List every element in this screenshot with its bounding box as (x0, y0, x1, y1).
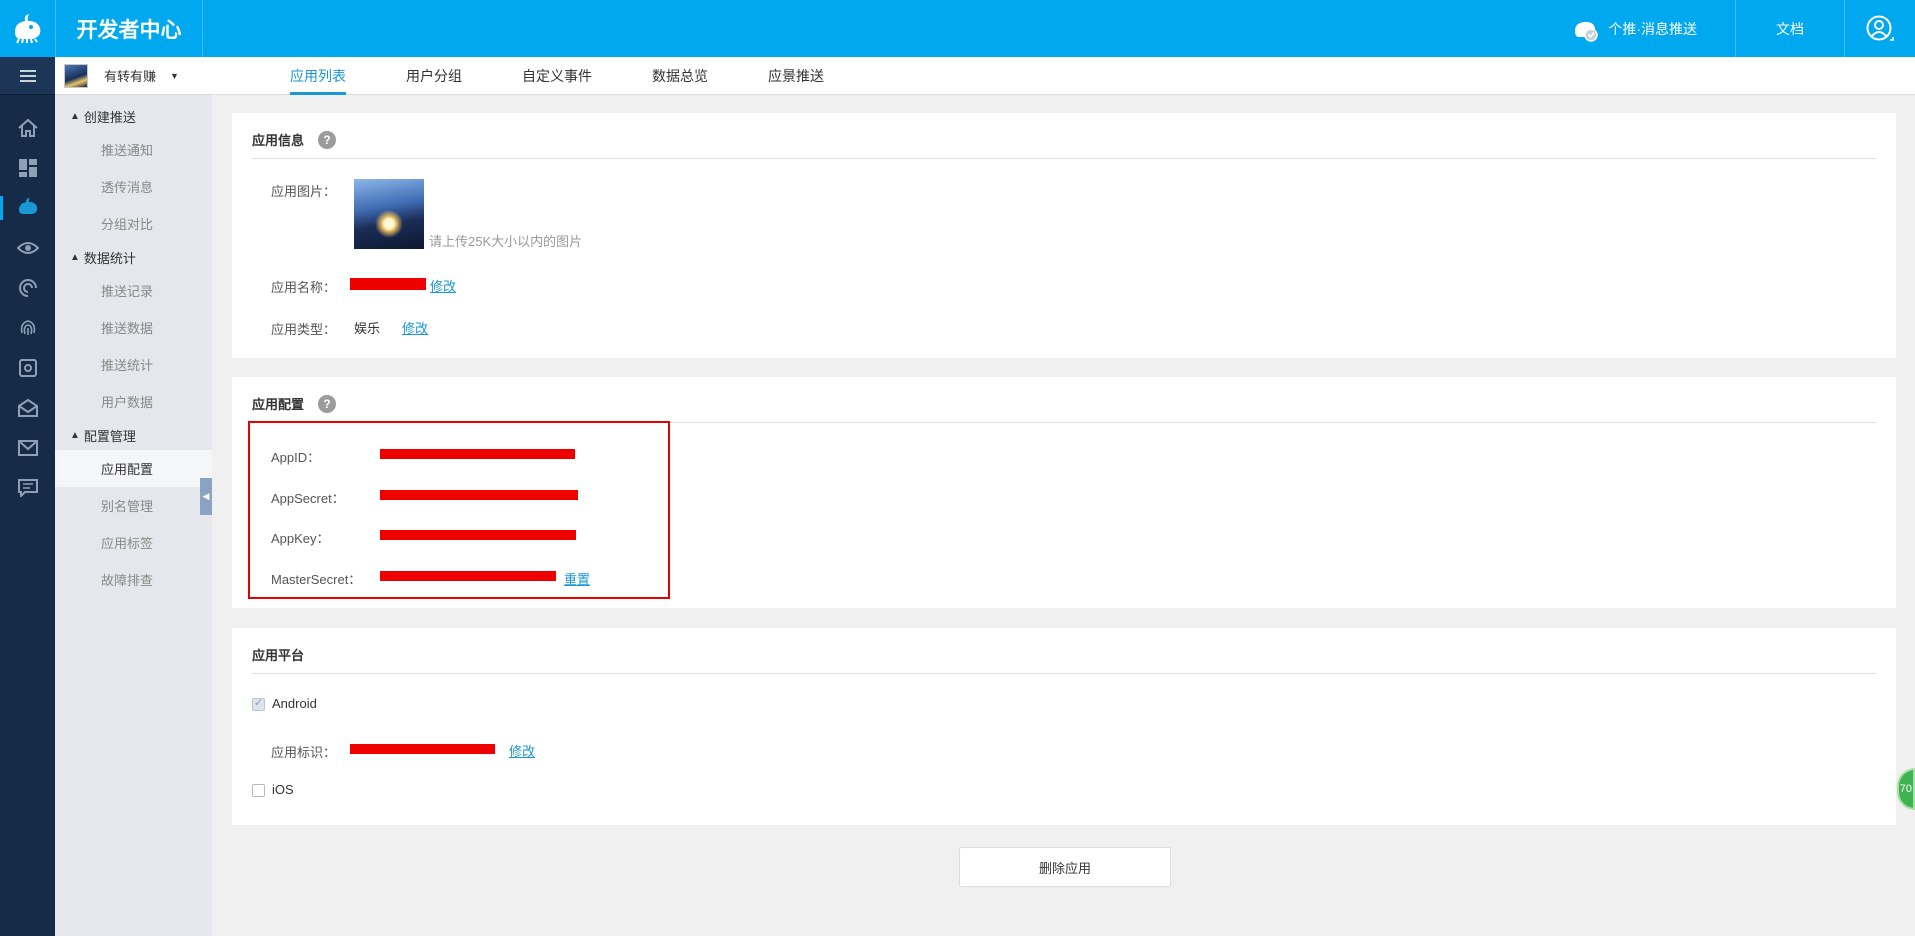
brand-title[interactable]: 开发者中心 (55, 0, 203, 57)
whale-push-icon (18, 198, 37, 214)
app-selector-name: 有转有赚 (104, 69, 157, 84)
app-image-label: 应用图片： (271, 184, 337, 199)
sidebar-item-troubleshooting[interactable]: 故障排查 (55, 561, 212, 598)
sidebar-item-transparent-message[interactable]: 透传消息 (55, 168, 212, 205)
envelope-icon (17, 440, 38, 456)
product-link-label: 个推·消息推送 (1608, 20, 1697, 37)
delete-app-button[interactable]: 删除应用 (959, 847, 1171, 887)
floating-status-badge[interactable]: 70 (1897, 768, 1915, 810)
product-link[interactable]: 个推·消息推送 (1548, 0, 1736, 57)
triangle-up-icon: ▲ (70, 429, 80, 441)
rail-mail[interactable] (0, 428, 55, 468)
device-icon (18, 359, 37, 377)
rail-identity[interactable] (0, 308, 55, 348)
rail-home[interactable] (0, 108, 55, 148)
sidebar-collapse-button[interactable]: ◀ (200, 478, 212, 515)
sidebar-item-push-data[interactable]: 推送数据 (55, 309, 212, 346)
eye-icon (16, 242, 39, 254)
triangle-up-icon: ▲ (70, 110, 80, 122)
sidebar-item-push-records[interactable]: 推送记录 (55, 272, 212, 309)
nav-group-title[interactable]: ▲ 数据统计 (55, 242, 212, 272)
getui-logo[interactable] (0, 0, 55, 57)
app-info-panel: 应用信息? 应用图片： 请上传25K大小以内的图片 应用名称： 修改 应用类型：… (232, 113, 1896, 358)
docs-link[interactable]: 文档 (1736, 0, 1845, 57)
icon-rail (0, 57, 55, 936)
rail-growth[interactable] (0, 268, 55, 308)
rail-dashboard[interactable] (0, 148, 55, 188)
getui-product-icon (1575, 21, 1599, 42)
app-selector[interactable]: 有转有赚 ▼ (55, 57, 212, 95)
nav-group-title[interactable]: ▲ 创建推送 (55, 101, 212, 131)
tab-scene-push[interactable]: 应景推送 (768, 57, 824, 95)
redacted-app-name (350, 278, 426, 290)
whale-logo-icon (14, 13, 40, 43)
sidebar-item-push-stats[interactable]: 推送统计 (55, 346, 212, 383)
tab-user-groups[interactable]: 用户分组 (406, 57, 462, 95)
sidebar-item-app-tags[interactable]: 应用标签 (55, 524, 212, 561)
sidebar-item-app-config[interactable]: 应用配置 (55, 450, 212, 487)
rail-insight[interactable] (0, 228, 55, 268)
tab-data-overview[interactable]: 数据总览 (652, 57, 708, 95)
sidebar-item-user-data[interactable]: 用户数据 (55, 383, 212, 420)
divider (252, 158, 1876, 159)
app-image-hint: 请上传25K大小以内的图片 (429, 234, 583, 249)
app-image[interactable] (354, 179, 424, 249)
top-tabs: 应用列表 用户分组 自定义事件 数据总览 应景推送 (212, 57, 1915, 95)
top-bar: 开发者中心 个推·消息推送 文档 (0, 0, 1915, 57)
sidebar-item-alias-management[interactable]: 别名管理 (55, 487, 212, 524)
user-menu-button[interactable] (1845, 0, 1915, 57)
sidebar-item-group-compare[interactable]: 分组对比 (55, 205, 212, 242)
double-chevron-left-icon: ◀ (202, 491, 210, 501)
app-type-label: 应用类型： (271, 322, 337, 337)
app-thumbnail (64, 63, 88, 88)
panel-title: 应用信息? (252, 130, 337, 149)
sidebar-item-push-notification[interactable]: 推送通知 (55, 131, 212, 168)
rail-mail-box[interactable] (0, 388, 55, 428)
help-icon[interactable]: ? (318, 130, 337, 149)
panel-title: 应用配置? (252, 394, 337, 413)
caret-down-icon: ▼ (170, 70, 179, 81)
rail-push[interactable] (0, 188, 55, 228)
tab-app-list[interactable]: 应用列表 (290, 57, 346, 95)
nav-group-title[interactable]: ▲ 配置管理 (55, 420, 212, 450)
app-name-label: 应用名称： (271, 280, 337, 295)
home-icon (17, 118, 38, 137)
android-label: Android (272, 696, 317, 711)
edit-package-link[interactable]: 修改 (509, 741, 535, 760)
menu-toggle-button[interactable] (0, 57, 55, 95)
nav-group-config: ▲ 配置管理 应用配置 别名管理 应用标签 故障排查 (55, 420, 212, 598)
message-icon (17, 479, 38, 497)
edit-app-name-link[interactable]: 修改 (430, 276, 456, 295)
rail-message[interactable] (0, 468, 55, 508)
rail-device[interactable] (0, 348, 55, 388)
help-icon[interactable]: ? (318, 394, 337, 413)
edit-app-type-link[interactable]: 修改 (402, 318, 428, 337)
hamburger-icon (19, 69, 36, 82)
user-avatar-icon (1866, 15, 1894, 41)
nav-group-create-push: ▲ 创建推送 推送通知 透传消息 分组对比 (55, 101, 212, 242)
nav-group-statistics: ▲ 数据统计 推送记录 推送数据 推送统计 用户数据 (55, 242, 212, 420)
mailbox-icon (17, 398, 38, 417)
triangle-up-icon: ▲ (70, 251, 80, 263)
swirl-icon (18, 279, 37, 297)
ios-label: iOS (272, 782, 294, 797)
app-type-value: 娱乐 (354, 321, 381, 336)
divider (252, 673, 1876, 674)
fingerprint-icon (20, 320, 35, 335)
red-highlight-box (248, 421, 670, 599)
panel-title: 应用平台 (252, 648, 305, 663)
package-label: 应用标识： (271, 745, 337, 760)
app-platform-panel: 应用平台 Android 应用标识： 修改 iOS (232, 628, 1896, 825)
android-checkbox[interactable] (252, 696, 265, 711)
sidebar: 有转有赚 ▼ ▲ 创建推送 推送通知 透传消息 分组对比 ▲ 数据统计 推送记录 推… (55, 57, 212, 936)
ios-checkbox[interactable] (252, 784, 265, 797)
tab-custom-events[interactable]: 自定义事件 (522, 57, 592, 95)
dashboard-icon (18, 159, 37, 177)
redacted-package-name (350, 744, 495, 754)
